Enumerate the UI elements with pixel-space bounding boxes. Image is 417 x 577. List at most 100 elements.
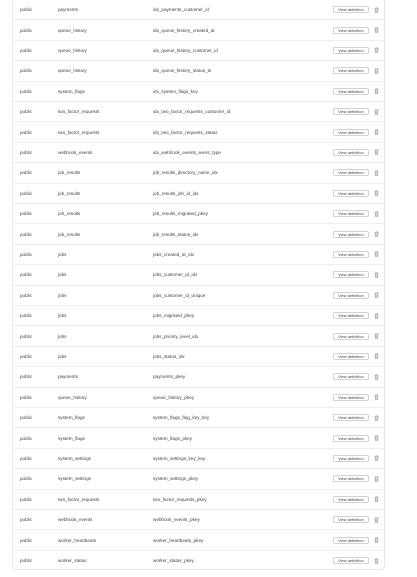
- trash-icon[interactable]: [373, 149, 379, 156]
- trash-icon[interactable]: [373, 516, 379, 523]
- trash-icon[interactable]: [373, 475, 379, 482]
- trash-icon[interactable]: [373, 353, 379, 360]
- trash-icon-glyph: [374, 109, 378, 115]
- view-definition-button[interactable]: View definition: [333, 26, 369, 34]
- action-cell: View definition: [333, 163, 369, 182]
- table-name-cell: system_flags: [58, 88, 85, 94]
- delete-cell: [373, 184, 379, 203]
- table-row: public jobs jobs_status_idx View definit…: [13, 347, 384, 368]
- trash-icon[interactable]: [373, 210, 379, 217]
- view-definition-button[interactable]: View definition: [333, 393, 369, 401]
- view-definition-button[interactable]: View definition: [333, 210, 369, 218]
- schema-cell: public: [20, 394, 33, 400]
- delete-cell: [373, 428, 379, 447]
- view-definition-button[interactable]: View definition: [333, 87, 369, 95]
- schema-cell: public: [20, 211, 33, 217]
- trash-icon[interactable]: [373, 231, 379, 238]
- view-definition-button[interactable]: View definition: [333, 352, 369, 360]
- table-name-cell: job_results: [58, 170, 81, 176]
- action-cell: View definition: [333, 0, 369, 19]
- index-name-cell: job_results_status_idx: [153, 231, 199, 237]
- view-definition-button[interactable]: View definition: [333, 169, 369, 177]
- trash-icon[interactable]: [373, 88, 379, 95]
- schema-cell: public: [20, 476, 33, 482]
- trash-icon[interactable]: [373, 169, 379, 176]
- table-name-cell: jobs: [58, 353, 67, 359]
- trash-icon[interactable]: [373, 557, 379, 564]
- trash-icon[interactable]: [373, 414, 379, 421]
- table-row: public webhook_events idx_webhook_events…: [13, 143, 384, 164]
- view-definition-button[interactable]: View definition: [333, 312, 369, 320]
- view-definition-button[interactable]: View definition: [333, 108, 369, 116]
- trash-icon[interactable]: [373, 394, 379, 401]
- trash-icon[interactable]: [373, 251, 379, 258]
- delete-cell: [373, 265, 379, 284]
- delete-cell: [373, 469, 379, 488]
- trash-icon-glyph: [374, 68, 378, 74]
- schema-cell: public: [20, 333, 33, 339]
- view-definition-button[interactable]: View definition: [333, 454, 369, 462]
- trash-icon[interactable]: [373, 27, 379, 34]
- trash-icon[interactable]: [373, 6, 379, 13]
- view-definition-button[interactable]: View definition: [333, 373, 369, 381]
- view-definition-button[interactable]: View definition: [333, 46, 369, 54]
- trash-icon-glyph: [374, 292, 378, 299]
- view-definition-button[interactable]: View definition: [333, 189, 369, 197]
- view-definition-button[interactable]: View definition: [333, 557, 369, 565]
- trash-icon[interactable]: [373, 455, 379, 462]
- table-row: public webhook_events webhook_events_pke…: [13, 510, 384, 531]
- view-definition-button[interactable]: View definition: [333, 536, 369, 544]
- action-cell: View definition: [333, 469, 369, 488]
- trash-icon[interactable]: [373, 537, 379, 544]
- view-definition-button[interactable]: View definition: [333, 495, 369, 503]
- view-definition-button[interactable]: View definition: [333, 250, 369, 258]
- view-definition-button[interactable]: View definition: [333, 67, 369, 75]
- trash-icon-glyph: [374, 558, 378, 564]
- trash-icon[interactable]: [373, 292, 379, 299]
- delete-cell: [373, 204, 379, 223]
- trash-icon-glyph: [374, 272, 378, 278]
- view-definition-button[interactable]: View definition: [333, 6, 369, 14]
- delete-cell: [373, 245, 379, 264]
- schema-cell: public: [20, 272, 33, 278]
- index-name-cell: job_results_directory_name_idx: [153, 170, 218, 176]
- delete-cell: [373, 41, 379, 60]
- view-definition-button[interactable]: View definition: [333, 148, 369, 156]
- trash-icon-glyph: [374, 231, 378, 237]
- trash-icon[interactable]: [373, 435, 379, 442]
- view-definition-button[interactable]: View definition: [333, 516, 369, 524]
- trash-icon-glyph: [374, 313, 378, 319]
- index-name-cell: jobs_created_at_idx: [153, 251, 195, 257]
- view-definition-button[interactable]: View definition: [333, 434, 369, 442]
- action-cell: View definition: [333, 41, 369, 60]
- view-definition-button[interactable]: View definition: [333, 128, 369, 136]
- trash-icon[interactable]: [373, 108, 379, 115]
- trash-icon[interactable]: [373, 67, 379, 74]
- delete-cell: [373, 82, 379, 101]
- delete-cell: [373, 510, 379, 529]
- trash-icon[interactable]: [373, 496, 379, 503]
- index-name-cell: jobs_status_idx: [153, 353, 185, 359]
- view-definition-button[interactable]: View definition: [333, 291, 369, 299]
- table-name-cell: payments: [58, 374, 78, 380]
- delete-cell: [373, 61, 379, 80]
- view-definition-button[interactable]: View definition: [333, 332, 369, 340]
- trash-icon[interactable]: [373, 47, 379, 54]
- view-definition-button[interactable]: View definition: [333, 230, 369, 238]
- view-definition-button[interactable]: View definition: [333, 271, 369, 279]
- action-cell: View definition: [333, 82, 369, 101]
- trash-icon[interactable]: [373, 333, 379, 340]
- action-cell: View definition: [333, 326, 369, 345]
- trash-icon[interactable]: [373, 373, 379, 380]
- view-definition-button[interactable]: View definition: [333, 414, 369, 422]
- view-definition-button[interactable]: View definition: [333, 475, 369, 483]
- table-name-cell: two_factor_requests: [58, 109, 100, 115]
- trash-icon-glyph: [374, 149, 378, 156]
- schema-cell: public: [20, 455, 33, 461]
- action-cell: View definition: [333, 265, 369, 284]
- trash-icon[interactable]: [373, 129, 379, 136]
- trash-icon[interactable]: [373, 190, 379, 197]
- trash-icon[interactable]: [373, 271, 379, 278]
- schema-cell: public: [20, 109, 33, 115]
- trash-icon[interactable]: [373, 312, 379, 319]
